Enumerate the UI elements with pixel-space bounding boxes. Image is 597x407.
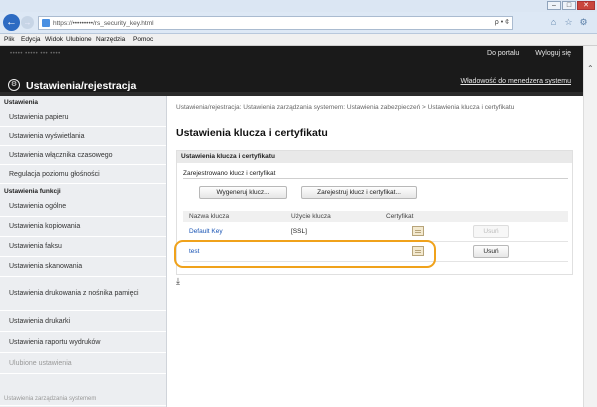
delete-button: Usuń	[473, 225, 509, 238]
register-key-button[interactable]: Zarejestruj klucz i certyfikat...	[301, 186, 417, 199]
menu-edit[interactable]: Edycja	[21, 36, 41, 43]
generate-key-button[interactable]: Wygeneruj klucz...	[199, 186, 287, 199]
forward-button[interactable]: →	[21, 16, 34, 29]
sidebar: Ustawienia Ustawienia papieru Ustawienia…	[0, 96, 167, 407]
key-usage: [SSL]	[291, 228, 307, 235]
menu-help[interactable]: Pomoc	[133, 36, 153, 43]
sidebar-item-volume[interactable]: Regulacja poziomu głośności	[0, 165, 166, 184]
section-label: Zarejestrowano klucz i certyfikat	[183, 170, 276, 177]
col-key-usage: Użycie klucza	[291, 213, 331, 220]
sidebar-item-report[interactable]: Ustawienia raportu wydruków	[0, 332, 166, 353]
breadcrumb: Ustawienia/rejestracja: Ustawienia zarzą…	[176, 104, 515, 111]
minimize-button[interactable]: –	[547, 1, 561, 10]
sidebar-group-settings: Ustawienia	[4, 99, 38, 106]
sidebar-item-favorites[interactable]: Ulubione ustawienia	[0, 353, 166, 374]
row-highlight	[174, 240, 436, 268]
sidebar-item-paper[interactable]: Ustawienia papieru	[0, 108, 166, 127]
page-scrollbar[interactable]: ⌃	[583, 46, 597, 407]
page-favicon-icon	[42, 19, 50, 27]
page-title: Ustawienia klucza i certyfikatu	[176, 127, 328, 139]
sidebar-group-functions: Ustawienia funkcji	[4, 188, 61, 195]
address-tools[interactable]: ρ • ¢	[495, 19, 509, 26]
address-bar[interactable]: https://•••••••••/rs_security_key.html ρ…	[38, 16, 513, 30]
maximize-button[interactable]: □	[562, 1, 576, 10]
sidebar-item-timer[interactable]: Ustawienia włącznika czasowego	[0, 146, 166, 165]
browser-titlebar: – □ ✕	[0, 0, 597, 12]
settings-logo-icon: ⚙	[8, 79, 20, 91]
favorites-star-icon[interactable]: ☆	[563, 17, 574, 28]
certificate-icon[interactable]	[412, 226, 424, 236]
divider	[183, 178, 568, 179]
rui-header: ⚙ Ustawienia/rejestracja Władowość do me…	[0, 62, 583, 96]
logout-link[interactable]: Wyloguj się	[535, 50, 571, 57]
page-header-title: Ustawienia/rejestracja	[26, 80, 137, 92]
settings-gear-icon[interactable]: ⚙	[578, 17, 589, 28]
top-links: Do portalu Wyloguj się	[473, 50, 571, 57]
sidebar-item-printer[interactable]: Ustawienia drukarki	[0, 311, 166, 332]
sidebar-item-copy[interactable]: Ustawienia kopiowania	[0, 217, 166, 237]
portal-link[interactable]: Do portalu	[487, 50, 519, 57]
sidebar-item-media-print[interactable]: Ustawienia drukowania z nośnika pamięci	[0, 277, 166, 311]
panel-title: Ustawienia klucza i certyfikatu	[177, 151, 572, 163]
back-button[interactable]: ←	[3, 14, 20, 31]
menu-view[interactable]: Widok	[45, 36, 63, 43]
menu-tools[interactable]: Narzędzia	[96, 36, 125, 43]
scroll-up-icon[interactable]: ⌃	[587, 64, 594, 73]
device-name: ••••• ••••• ••• ••••	[10, 51, 61, 57]
sidebar-item-scan[interactable]: Ustawienia skanowania	[0, 257, 166, 277]
rui-topbar: ••••• ••••• ••• •••• Do portalu Wyloguj …	[0, 46, 583, 62]
sidebar-item-general[interactable]: Ustawienia ogólne	[0, 197, 166, 217]
address-text: https://•••••••••/rs_security_key.html	[53, 20, 154, 27]
browser-menubar: Plik Edycja Widok Ulubione Narzędzia Pom…	[0, 34, 597, 46]
sidebar-group-system[interactable]: Ustawienia zarządzania systemem	[0, 392, 166, 406]
close-window-button[interactable]: ✕	[577, 1, 595, 10]
sidebar-item-display[interactable]: Ustawienia wyświetlania	[0, 127, 166, 146]
back-to-top-icon[interactable]: ⤓	[176, 276, 180, 287]
sidebar-item-fax[interactable]: Ustawienia faksu	[0, 237, 166, 257]
table-header: Nazwa klucza Użycie klucza Certyfikat	[183, 211, 568, 222]
key-name-link[interactable]: Default Key	[189, 228, 223, 235]
menu-file[interactable]: Plik	[4, 36, 14, 43]
col-certificate: Certyfikat	[386, 213, 414, 220]
table-row: Default Key [SSL] Usuń	[183, 222, 568, 242]
menu-favorites[interactable]: Ulubione	[66, 36, 92, 43]
home-icon[interactable]: ⌂	[548, 17, 559, 28]
browser-navbar: ← → https://•••••••••/rs_security_key.ht…	[0, 12, 597, 34]
system-manager-link[interactable]: Władowość do menedzera systemu	[461, 78, 572, 85]
col-key-name: Nazwa klucza	[189, 213, 230, 220]
delete-button[interactable]: Usuń	[473, 245, 509, 258]
